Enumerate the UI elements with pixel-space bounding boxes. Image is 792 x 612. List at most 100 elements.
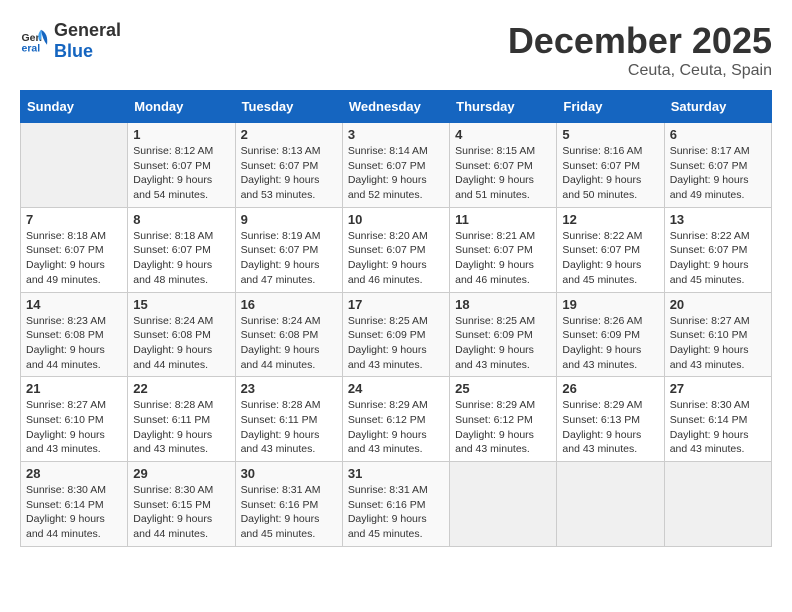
day-info: Sunrise: 8:24 AMSunset: 6:08 PMDaylight:…	[241, 314, 337, 373]
day-info: Sunrise: 8:30 AMSunset: 6:14 PMDaylight:…	[26, 483, 122, 542]
day-number: 23	[241, 381, 337, 396]
weekday-header-saturday: Saturday	[664, 91, 771, 123]
calendar-table: SundayMondayTuesdayWednesdayThursdayFrid…	[20, 90, 772, 547]
day-number: 30	[241, 466, 337, 481]
logo-general: General	[54, 20, 121, 40]
day-cell: 6Sunrise: 8:17 AMSunset: 6:07 PMDaylight…	[664, 123, 771, 208]
day-info: Sunrise: 8:22 AMSunset: 6:07 PMDaylight:…	[562, 229, 658, 288]
day-cell: 14Sunrise: 8:23 AMSunset: 6:08 PMDayligh…	[21, 292, 128, 377]
weekday-header-sunday: Sunday	[21, 91, 128, 123]
day-number: 7	[26, 212, 122, 227]
day-info: Sunrise: 8:29 AMSunset: 6:12 PMDaylight:…	[455, 398, 551, 457]
day-cell: 28 Sunrise: 8:30 AMSunset: 6:14 PMDayligh…	[21, 462, 128, 547]
day-cell: 15Sunrise: 8:24 AMSunset: 6:08 PMDayligh…	[128, 292, 235, 377]
day-info: Sunrise: 8:30 AMSunset: 6:14 PMDaylight:…	[670, 398, 766, 457]
weekday-header-tuesday: Tuesday	[235, 91, 342, 123]
day-cell: 10 Sunrise: 8:20 AMSunset: 6:07 PMDayligh…	[342, 207, 449, 292]
day-number: 19	[562, 297, 658, 312]
day-info: Sunrise: 8:31 AMSunset: 6:16 PMDaylight:…	[241, 483, 337, 542]
day-info: Sunrise: 8:22 AMSunset: 6:07 PMDaylight:…	[670, 229, 766, 288]
svg-text:eral: eral	[22, 43, 41, 55]
day-number: 9	[241, 212, 337, 227]
location-title: Ceuta, Ceuta, Spain	[508, 62, 772, 80]
day-cell	[21, 123, 128, 208]
day-info: Sunrise: 8:21 AMSunset: 6:07 PMDaylight:…	[455, 229, 551, 288]
day-cell	[450, 462, 557, 547]
day-cell: 12 Sunrise: 8:22 AMSunset: 6:07 PMDayligh…	[557, 207, 664, 292]
day-info: Sunrise: 8:31 AMSunset: 6:16 PMDaylight:…	[348, 483, 444, 542]
day-info: Sunrise: 8:25 AMSunset: 6:09 PMDaylight:…	[348, 314, 444, 373]
day-number: 13	[670, 212, 766, 227]
title-area: December 2025 Ceuta, Ceuta, Spain	[508, 20, 772, 80]
day-cell: 8Sunrise: 8:18 AMSunset: 6:07 PMDaylight…	[128, 207, 235, 292]
week-row-4: 21 Sunrise: 8:27 AMSunset: 6:10 PMDayligh…	[21, 377, 772, 462]
day-info: Sunrise: 8:14 AMSunset: 6:07 PMDaylight:…	[348, 144, 444, 203]
day-cell: 5 Sunrise: 8:16 AMSunset: 6:07 PMDaylight…	[557, 123, 664, 208]
day-info: Sunrise: 8:20 AMSunset: 6:07 PMDaylight:…	[348, 229, 444, 288]
day-number: 10	[348, 212, 444, 227]
day-number: 11	[455, 212, 551, 227]
day-number: 22	[133, 381, 229, 396]
day-info: Sunrise: 8:24 AMSunset: 6:08 PMDaylight:…	[133, 314, 229, 373]
day-cell: 13 Sunrise: 8:22 AMSunset: 6:07 PMDayligh…	[664, 207, 771, 292]
day-cell	[557, 462, 664, 547]
day-cell: 30 Sunrise: 8:31 AMSunset: 6:16 PMDayligh…	[235, 462, 342, 547]
day-cell: 17Sunrise: 8:25 AMSunset: 6:09 PMDayligh…	[342, 292, 449, 377]
day-cell	[664, 462, 771, 547]
day-info: Sunrise: 8:16 AMSunset: 6:07 PMDaylight:…	[562, 144, 658, 203]
day-info: Sunrise: 8:29 AMSunset: 6:13 PMDaylight:…	[562, 398, 658, 457]
day-info: Sunrise: 8:12 AMSunset: 6:07 PMDaylight:…	[133, 144, 229, 203]
day-number: 21	[26, 381, 122, 396]
day-number: 20	[670, 297, 766, 312]
day-info: Sunrise: 8:29 AMSunset: 6:12 PMDaylight:…	[348, 398, 444, 457]
day-number: 4	[455, 127, 551, 142]
day-info: Sunrise: 8:18 AMSunset: 6:07 PMDaylight:…	[26, 229, 122, 288]
month-title: December 2025	[508, 20, 772, 62]
day-cell: 7 Sunrise: 8:18 AMSunset: 6:07 PMDaylight…	[21, 207, 128, 292]
day-number: 25	[455, 381, 551, 396]
weekday-header-thursday: Thursday	[450, 91, 557, 123]
day-cell: 4 Sunrise: 8:15 AMSunset: 6:07 PMDaylight…	[450, 123, 557, 208]
day-cell: 16 Sunrise: 8:24 AMSunset: 6:08 PMDayligh…	[235, 292, 342, 377]
day-number: 18	[455, 297, 551, 312]
day-cell: 11 Sunrise: 8:21 AMSunset: 6:07 PMDayligh…	[450, 207, 557, 292]
day-number: 3	[348, 127, 444, 142]
day-info: Sunrise: 8:30 AMSunset: 6:15 PMDaylight:…	[133, 483, 229, 542]
day-number: 12	[562, 212, 658, 227]
week-row-5: 28 Sunrise: 8:30 AMSunset: 6:14 PMDayligh…	[21, 462, 772, 547]
day-info: Sunrise: 8:13 AMSunset: 6:07 PMDaylight:…	[241, 144, 337, 203]
day-info: Sunrise: 8:27 AMSunset: 6:10 PMDaylight:…	[670, 314, 766, 373]
weekday-header-row: SundayMondayTuesdayWednesdayThursdayFrid…	[21, 91, 772, 123]
day-info: Sunrise: 8:28 AMSunset: 6:11 PMDaylight:…	[133, 398, 229, 457]
day-cell: 3 Sunrise: 8:14 AMSunset: 6:07 PMDaylight…	[342, 123, 449, 208]
week-row-2: 7 Sunrise: 8:18 AMSunset: 6:07 PMDaylight…	[21, 207, 772, 292]
week-row-1: 1Sunrise: 8:12 AMSunset: 6:07 PMDaylight…	[21, 123, 772, 208]
logo: Gen eral General Blue	[20, 20, 121, 62]
logo-blue: Blue	[54, 41, 93, 61]
day-info: Sunrise: 8:15 AMSunset: 6:07 PMDaylight:…	[455, 144, 551, 203]
day-number: 5	[562, 127, 658, 142]
day-cell: 2Sunrise: 8:13 AMSunset: 6:07 PMDaylight…	[235, 123, 342, 208]
day-cell: 9 Sunrise: 8:19 AMSunset: 6:07 PMDaylight…	[235, 207, 342, 292]
day-number: 28	[26, 466, 122, 481]
logo-icon: Gen eral	[20, 26, 50, 56]
day-cell: 31Sunrise: 8:31 AMSunset: 6:16 PMDayligh…	[342, 462, 449, 547]
day-info: Sunrise: 8:23 AMSunset: 6:08 PMDaylight:…	[26, 314, 122, 373]
logo-text: General Blue	[54, 20, 121, 62]
calendar-body: 1Sunrise: 8:12 AMSunset: 6:07 PMDaylight…	[21, 123, 772, 547]
day-cell: 22 Sunrise: 8:28 AMSunset: 6:11 PMDayligh…	[128, 377, 235, 462]
day-info: Sunrise: 8:25 AMSunset: 6:09 PMDaylight:…	[455, 314, 551, 373]
day-cell: 25 Sunrise: 8:29 AMSunset: 6:12 PMDayligh…	[450, 377, 557, 462]
day-cell: 23 Sunrise: 8:28 AMSunset: 6:11 PMDayligh…	[235, 377, 342, 462]
day-info: Sunrise: 8:26 AMSunset: 6:09 PMDaylight:…	[562, 314, 658, 373]
day-cell: 26Sunrise: 8:29 AMSunset: 6:13 PMDayligh…	[557, 377, 664, 462]
day-info: Sunrise: 8:19 AMSunset: 6:07 PMDaylight:…	[241, 229, 337, 288]
day-number: 8	[133, 212, 229, 227]
day-number: 27	[670, 381, 766, 396]
day-number: 16	[241, 297, 337, 312]
day-info: Sunrise: 8:28 AMSunset: 6:11 PMDaylight:…	[241, 398, 337, 457]
day-number: 24	[348, 381, 444, 396]
day-cell: 18 Sunrise: 8:25 AMSunset: 6:09 PMDayligh…	[450, 292, 557, 377]
day-info: Sunrise: 8:27 AMSunset: 6:10 PMDaylight:…	[26, 398, 122, 457]
day-cell: 21 Sunrise: 8:27 AMSunset: 6:10 PMDayligh…	[21, 377, 128, 462]
